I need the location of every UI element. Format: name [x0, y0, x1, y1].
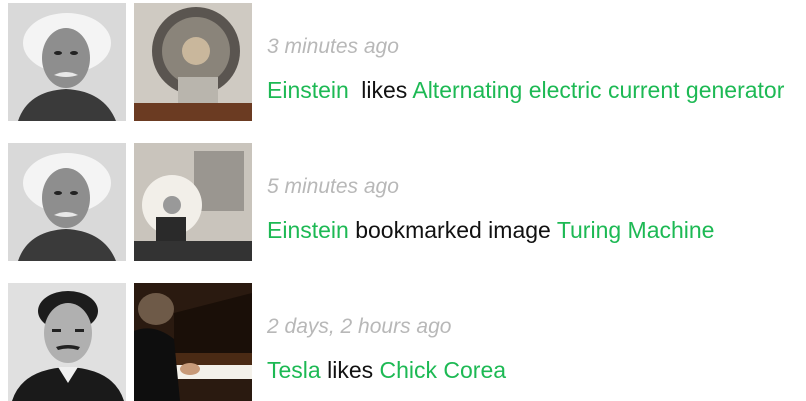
- object-thumbnail[interactable]: [134, 143, 252, 261]
- actor-link[interactable]: Tesla: [267, 357, 321, 383]
- activity-sentence: Einstein likes Alternating electric curr…: [267, 77, 784, 104]
- actor-link[interactable]: Einstein: [267, 217, 349, 243]
- activity-item: 5 minutes ago Einstein bookmarked image …: [0, 143, 806, 263]
- actor-link[interactable]: Einstein: [267, 77, 349, 103]
- activity-sentence: Einstein bookmarked image Turing Machine: [267, 217, 714, 244]
- activity-item: 3 minutes ago Einstein likes Alternating…: [0, 3, 806, 123]
- activity-verb: likes: [327, 357, 374, 383]
- einstein-portrait-image: [8, 3, 126, 121]
- actor-avatar-einstein[interactable]: [8, 3, 126, 121]
- turing-machine-image: [134, 143, 252, 261]
- generator-image: [134, 3, 252, 121]
- activity-verb: bookmarked image: [355, 217, 551, 243]
- activity-sentence: Tesla likes Chick Corea: [267, 357, 506, 384]
- actor-avatar-einstein[interactable]: [8, 143, 126, 261]
- object-thumbnail[interactable]: [134, 283, 252, 401]
- activity-item: 2 days, 2 hours ago Tesla likes Chick Co…: [0, 283, 806, 401]
- chick-corea-piano-image: [134, 283, 252, 401]
- einstein-portrait-image: [8, 143, 126, 261]
- timestamp: 5 minutes ago: [267, 175, 399, 198]
- object-link[interactable]: Turing Machine: [557, 217, 715, 243]
- tesla-portrait-image: [8, 283, 126, 401]
- actor-avatar-tesla[interactable]: [8, 283, 126, 401]
- activity-verb: likes: [361, 77, 408, 103]
- object-link[interactable]: Alternating electric current generator: [412, 77, 784, 103]
- object-link[interactable]: Chick Corea: [380, 357, 507, 383]
- activity-feed: 3 minutes ago Einstein likes Alternating…: [0, 0, 806, 401]
- object-thumbnail[interactable]: [134, 3, 252, 121]
- timestamp: 3 minutes ago: [267, 35, 399, 58]
- timestamp: 2 days, 2 hours ago: [267, 315, 452, 338]
